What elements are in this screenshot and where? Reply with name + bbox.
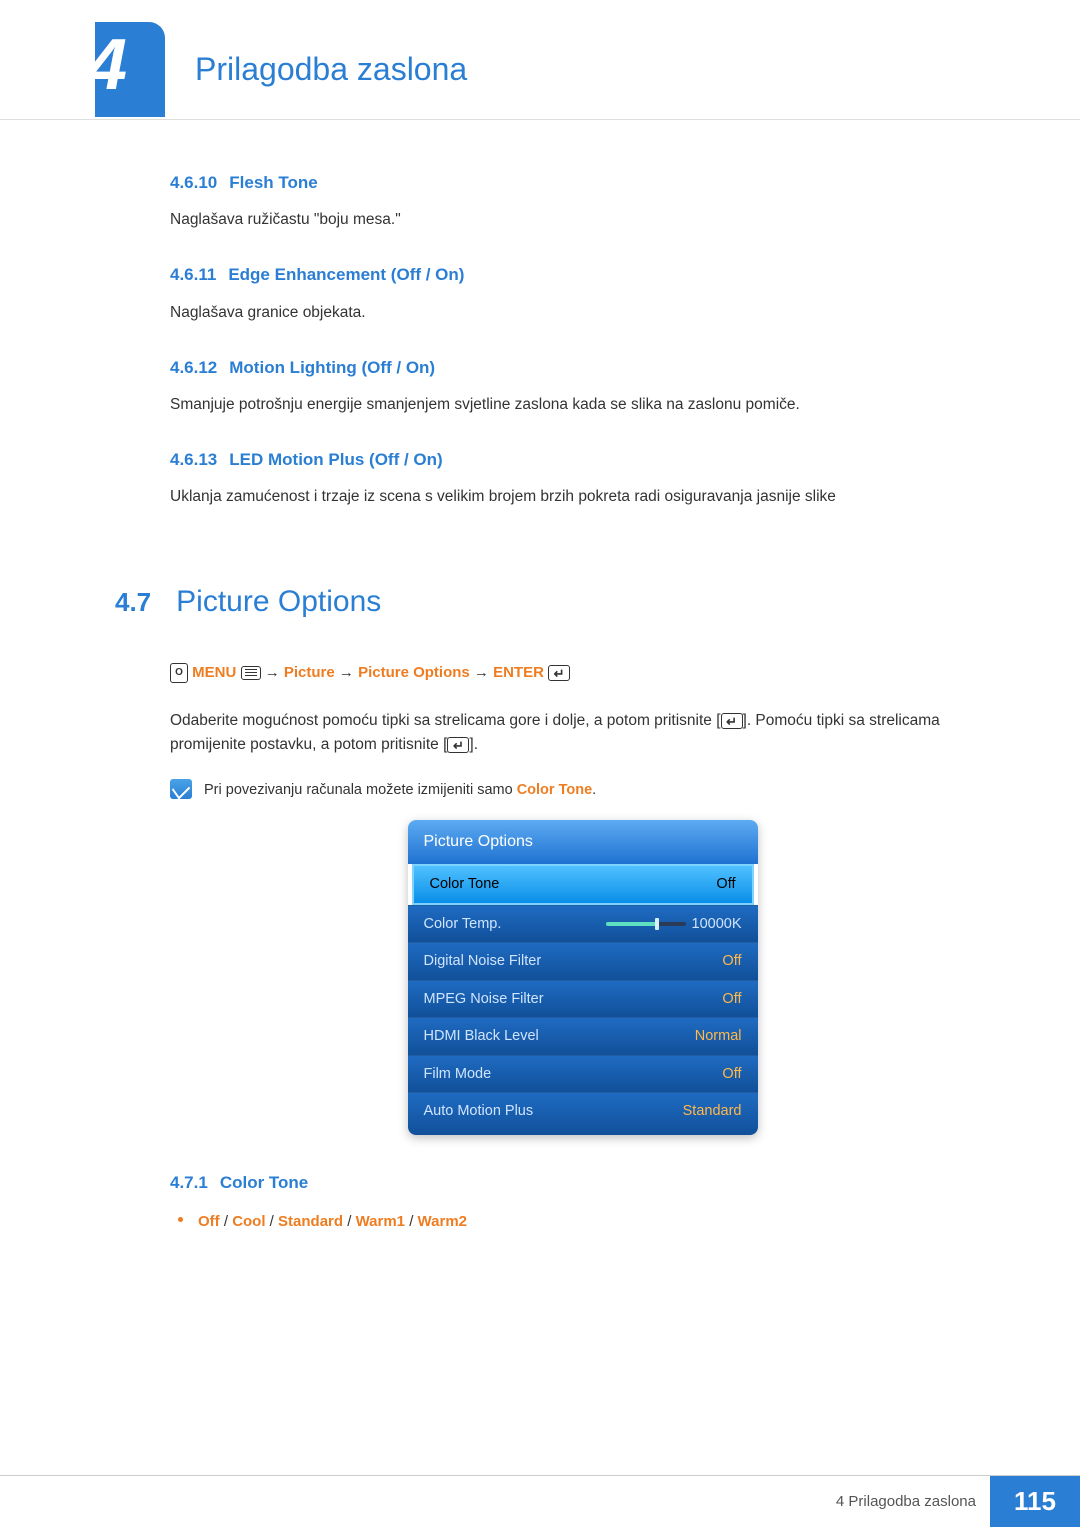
option-list: Off / Cool / Standard / Warm1 / Warm2: [170, 1210, 995, 1233]
subsection-heading: 4.6.10Flesh Tone: [170, 170, 995, 196]
osd-row-label: HDMI Black Level: [424, 1025, 539, 1047]
osd-row-label: Color Temp.: [424, 913, 502, 935]
subsection-heading: 4.7.1Color Tone: [170, 1170, 995, 1196]
subsection-body: Smanjuje potrošnju energije smanjenjem s…: [170, 393, 995, 417]
osd-row-value: Off: [722, 1063, 741, 1085]
osd-row-value: Off: [722, 950, 741, 972]
osd-row-color-tone[interactable]: Color Tone Off: [412, 864, 754, 904]
enter-icon: [721, 713, 743, 729]
subsection-heading: 4.6.12Motion Lighting (Off / On): [170, 355, 995, 381]
page-footer: 4 Prilagodba zaslona 115: [0, 1475, 1080, 1527]
instruction-paragraph: Odaberite mogućnost pomoću tipki sa stre…: [170, 709, 995, 757]
slider-icon: [606, 922, 686, 926]
osd-row-label: Auto Motion Plus: [424, 1100, 534, 1122]
subsection-heading: 4.6.13LED Motion Plus (Off / On): [170, 447, 995, 473]
remote-icon: O: [170, 663, 188, 683]
menu-navigation-path: O MENU → Picture → Picture Options → ENT…: [170, 661, 995, 684]
enter-label: ENTER: [493, 664, 544, 681]
subsection-4-7-1: 4.7.1Color Tone Off / Cool / Standard / …: [170, 1170, 995, 1234]
chapter-number-badge: 4: [95, 22, 165, 117]
section-4-7-heading: 4.7 Picture Options: [115, 579, 995, 626]
osd-row-value: Off: [722, 988, 741, 1010]
osd-row-digital-noise-filter[interactable]: Digital Noise Filter Off: [408, 942, 758, 979]
osd-row-label: Film Mode: [424, 1063, 492, 1085]
note-text: Pri povezivanju računala možete izmijeni…: [204, 779, 596, 801]
osd-title: Picture Options: [408, 820, 758, 865]
osd-row-film-mode[interactable]: Film Mode Off: [408, 1055, 758, 1092]
note-icon: [170, 779, 192, 799]
osd-row-hdmi-black-level[interactable]: HDMI Black Level Normal: [408, 1017, 758, 1054]
osd-picture-options-panel: Picture Options Color Tone Off Color Tem…: [408, 820, 758, 1135]
osd-row-auto-motion-plus[interactable]: Auto Motion Plus Standard: [408, 1092, 758, 1134]
menu-icon: [241, 666, 261, 680]
subsection-4-6-10: 4.6.10Flesh Tone Naglašava ružičastu "bo…: [170, 170, 995, 232]
enter-icon: [447, 737, 469, 753]
osd-row-value: Normal: [695, 1025, 742, 1047]
chapter-header: 4 Prilagodba zaslona: [0, 0, 1080, 120]
page-content: 4.6.10Flesh Tone Naglašava ružičastu "bo…: [0, 120, 1080, 1233]
section-title: Picture Options: [176, 579, 381, 626]
subsection-4-6-11: 4.6.11Edge Enhancement (Off / On) Naglaš…: [170, 262, 995, 324]
footer-chapter-ref: 4 Prilagodba zaslona: [836, 1493, 976, 1510]
subsection-body: Naglašava ružičastu "boju mesa.": [170, 208, 995, 232]
osd-row-value: 10000K: [606, 913, 742, 935]
osd-row-label: MPEG Noise Filter: [424, 988, 544, 1010]
chapter-title: Prilagodba zaslona: [195, 51, 467, 88]
note: Pri povezivanju računala možete izmijeni…: [170, 779, 995, 801]
menu-label: MENU: [192, 664, 236, 681]
osd-row-value: Off: [716, 873, 735, 895]
section-number: 4.7: [115, 582, 151, 622]
osd-row-mpeg-noise-filter[interactable]: MPEG Noise Filter Off: [408, 980, 758, 1017]
subsection-4-6-12: 4.6.12Motion Lighting (Off / On) Smanjuj…: [170, 355, 995, 417]
osd-row-value: Standard: [683, 1100, 742, 1122]
chapter-number: 4: [87, 24, 127, 106]
osd-row-label: Digital Noise Filter: [424, 950, 542, 972]
osd-row-color-temp[interactable]: Color Temp. 10000K: [408, 905, 758, 942]
osd-row-label: Color Tone: [430, 873, 500, 895]
enter-icon: [548, 665, 570, 681]
subsection-4-6-13: 4.6.13LED Motion Plus (Off / On) Uklanja…: [170, 447, 995, 509]
subsection-body: Uklanja zamućenost i trzaje iz scena s v…: [170, 485, 995, 509]
subsection-heading: 4.6.11Edge Enhancement (Off / On): [170, 262, 995, 288]
page-number: 115: [990, 1476, 1080, 1527]
subsection-body: Naglašava granice objekata.: [170, 301, 995, 325]
